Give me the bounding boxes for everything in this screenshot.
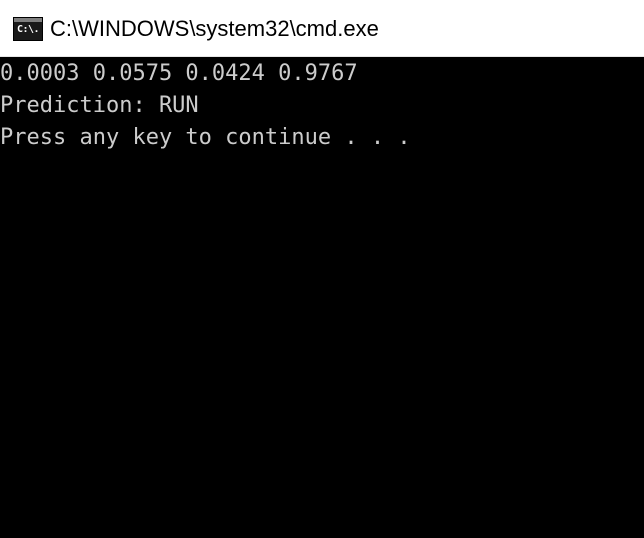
cmd-icon-bar: [14, 18, 42, 22]
console-line-prediction: Prediction: RUN: [0, 93, 199, 118]
title-bar[interactable]: C:\. C:\WINDOWS\system32\cmd.exe: [0, 0, 644, 57]
cmd-window: C:\. C:\WINDOWS\system32\cmd.exe 0.0003 …: [0, 0, 644, 538]
window-title: C:\WINDOWS\system32\cmd.exe: [50, 16, 379, 41]
console-line-press-any-key: Press any key to continue . . .: [0, 125, 411, 150]
cmd-icon-text: C:\.: [17, 24, 40, 35]
console-output[interactable]: 0.0003 0.0575 0.0424 0.9767 Prediction: …: [0, 57, 644, 538]
console-line-probabilities: 0.0003 0.0575 0.0424 0.9767: [0, 61, 358, 86]
cmd-icon[interactable]: C:\.: [13, 17, 43, 41]
